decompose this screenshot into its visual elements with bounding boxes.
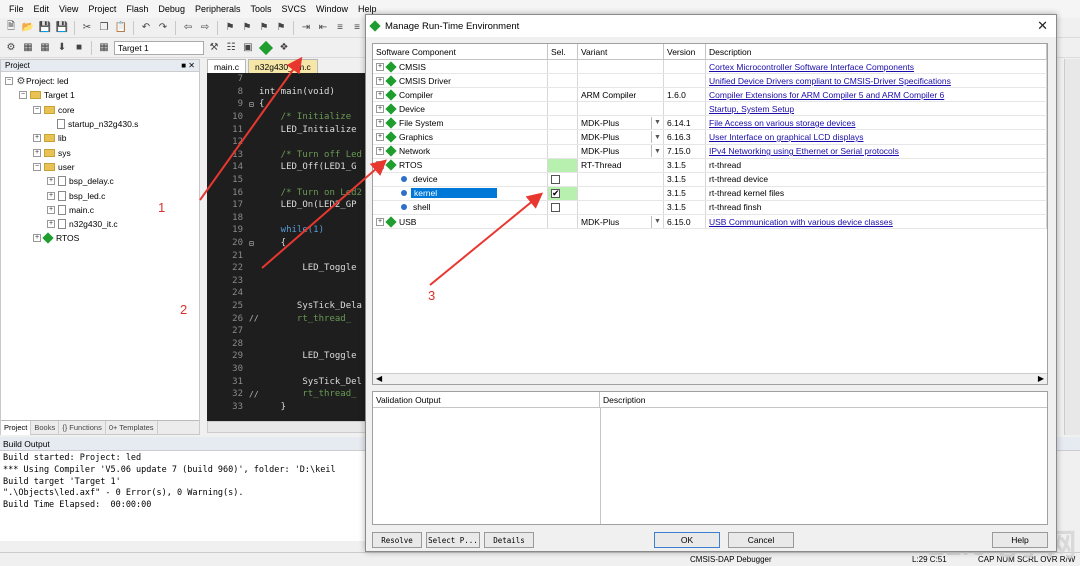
annotation-label-3: 3 — [428, 288, 436, 303]
annotation-label-2: 2 — [180, 302, 188, 317]
annotation-arrow-1 — [199, 56, 303, 201]
annotation-arrow-3 — [429, 192, 544, 286]
annotation-label-1: 1 — [158, 200, 166, 215]
annotation-arrow-2 — [261, 159, 388, 269]
annotation-overlay — [199, 56, 544, 286]
